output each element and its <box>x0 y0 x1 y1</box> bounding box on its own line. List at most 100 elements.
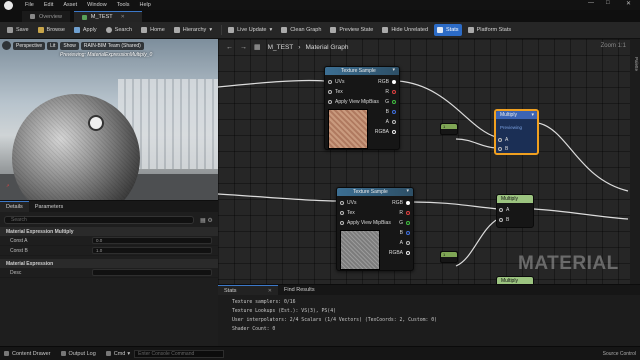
multiply-node-selected[interactable]: Multiply ▾ Previewing A B <box>494 109 539 155</box>
output-log-button[interactable]: Output Log <box>60 350 96 357</box>
tab-find-results[interactable]: Find Results <box>278 285 338 295</box>
const-b-input[interactable]: 1.0 <box>92 247 212 254</box>
lit-button[interactable]: Lit <box>47 41 59 50</box>
close-tab-icon[interactable]: ✕ <box>121 14 125 20</box>
stats-button[interactable]: Stats <box>434 24 462 36</box>
constant-node[interactable]: 1 <box>440 123 458 135</box>
output-pin-rgba[interactable]: RGBA <box>389 249 410 256</box>
close-tab-icon[interactable]: ✕ <box>268 288 272 294</box>
constant-node[interactable]: 1 <box>440 251 458 263</box>
desc-input[interactable] <box>92 269 212 276</box>
home-icon <box>141 27 148 33</box>
search-button[interactable]: Search <box>103 24 135 36</box>
cmd-dropdown[interactable]: Cmd ▾ <box>105 350 131 357</box>
preview-viewport[interactable]: Perspective Lit Show RAIN-BIM Team (Shar… <box>0 39 218 200</box>
tab-details[interactable]: Details <box>0 201 29 212</box>
output-pin-rgb[interactable]: RGB <box>378 78 396 85</box>
perspective-button[interactable]: Perspective <box>13 41 46 50</box>
texture-sample-node[interactable]: Texture Sample ▾ UVs Tex Apply View MipBi… <box>336 187 414 271</box>
chevron-down-icon[interactable]: ▾ <box>406 188 409 194</box>
chevron-down-icon[interactable]: ▾ <box>531 112 534 118</box>
menu-edit[interactable]: Edit <box>44 2 53 8</box>
palette-panel[interactable]: Palette <box>630 39 640 284</box>
details-search-input[interactable]: Search <box>4 216 194 224</box>
search-label: Search <box>114 27 133 33</box>
viewport-options-icon[interactable] <box>2 41 11 50</box>
material-graph-canvas[interactable]: ← → ▦ M_TEST › Material Graph Zoom 1:1 T… <box>218 39 640 284</box>
apply-button[interactable]: Apply <box>71 24 100 36</box>
pin-icon <box>406 200 410 205</box>
const-a-input[interactable]: 0.0 <box>92 237 212 244</box>
section-material-expression[interactable]: Material Expression <box>0 259 218 268</box>
tab-overview[interactable]: Overview <box>22 11 70 22</box>
input-pin-mipbias[interactable]: Apply View MipBias <box>340 219 391 226</box>
minimize-icon[interactable]: — <box>588 0 594 6</box>
input-pin-b[interactable]: B <box>498 145 508 152</box>
output-pin-g[interactable]: G <box>399 219 410 226</box>
section-title: Material Expression <box>6 260 54 267</box>
menu-file[interactable]: File <box>25 2 34 8</box>
tab-stats[interactable]: Stats ✕ <box>218 285 278 295</box>
unreal-logo-icon[interactable] <box>4 0 13 10</box>
menu-window[interactable]: Window <box>87 2 107 8</box>
menu-asset[interactable]: Asset <box>63 2 77 8</box>
menu-help[interactable]: Help <box>140 2 151 8</box>
output-pin-b[interactable]: B <box>386 108 396 115</box>
tab-m-test[interactable]: M_TEST ✕ <box>73 11 142 22</box>
preview-state-button[interactable]: Preview State <box>327 24 376 36</box>
multiply-node[interactable]: Multiply A B <box>496 194 534 228</box>
input-pin-uvs[interactable]: UVs <box>328 78 344 85</box>
input-pin-uvs[interactable]: UVs <box>340 199 356 206</box>
input-pin-tex[interactable]: Tex <box>328 88 343 95</box>
chevron-down-icon: ▾ <box>127 350 131 357</box>
pin-icon <box>328 99 332 104</box>
menu-tools[interactable]: Tools <box>117 2 130 8</box>
output-pin-a[interactable]: A <box>400 239 410 246</box>
back-arrow-icon[interactable]: ← <box>226 44 233 51</box>
input-pin-a[interactable]: A <box>499 206 509 213</box>
input-pin-tex[interactable]: Tex <box>340 209 355 216</box>
live-update-button[interactable]: Live Update ▾ <box>225 24 275 36</box>
tab-find-results-label: Find Results <box>284 287 315 293</box>
input-pin-a[interactable]: A <box>498 136 508 143</box>
pin-icon <box>406 220 410 225</box>
content-drawer-button[interactable]: Content Drawer <box>4 351 51 357</box>
input-pin-b[interactable]: B <box>499 216 509 223</box>
breadcrumb-graph[interactable]: Material Graph <box>305 44 348 51</box>
show-button[interactable]: Show <box>60 41 79 50</box>
home-button[interactable]: Home <box>138 24 168 36</box>
save-button[interactable]: Save <box>4 24 32 36</box>
output-pin-r[interactable]: R <box>385 88 396 95</box>
input-pin-mipbias[interactable]: Apply View MipBias <box>328 98 379 105</box>
maximize-icon[interactable]: □ <box>606 0 610 6</box>
pin-label: Apply View MipBias <box>347 219 391 226</box>
source-control-button[interactable]: Source Control <box>603 351 636 357</box>
output-pin-rgb[interactable]: RGB <box>392 199 410 206</box>
output-log-label: Output Log <box>68 350 96 357</box>
details-view-options-icon[interactable]: ▦ ⚙ <box>200 217 213 224</box>
forward-arrow-icon[interactable]: → <box>240 44 247 51</box>
output-pin-b[interactable]: B <box>400 229 410 236</box>
graph-breadcrumb-bar: ← → ▦ M_TEST › Material Graph <box>218 39 628 55</box>
close-window-icon[interactable]: ✕ <box>626 0 631 7</box>
hierarchy-button[interactable]: Hierarchy ▾ <box>171 24 215 36</box>
console-command-input[interactable]: Enter Console Command <box>134 349 225 358</box>
tab-parameters[interactable]: Parameters <box>29 201 69 212</box>
scene-profile-button[interactable]: RAIN-BIM Team (Shared) <box>80 41 144 50</box>
output-pin-r[interactable]: R <box>399 209 410 216</box>
output-pin-a[interactable]: A <box>386 118 396 125</box>
clean-graph-button[interactable]: Clean Graph <box>278 24 324 36</box>
section-material-expression-multiply[interactable]: Material Expression Multiply <box>0 227 218 236</box>
chevron-down-icon[interactable]: ▾ <box>392 67 395 73</box>
pin-label: Tex <box>335 88 343 95</box>
texture-sample-node[interactable]: Texture Sample ▾ UVs Tex Apply View MipBi… <box>324 66 400 150</box>
output-pin-rgba[interactable]: RGBA <box>375 128 396 135</box>
pin-icon <box>392 99 396 104</box>
output-pin-g[interactable]: G <box>385 98 396 105</box>
multiply-node[interactable]: Multiply <box>496 276 534 284</box>
node-header: Multiply ▾ <box>496 111 537 119</box>
platform-stats-button[interactable]: Platform Stats <box>465 24 515 36</box>
breadcrumb-asset[interactable]: M_TEST <box>268 44 294 51</box>
browse-button[interactable]: Browse <box>35 24 68 36</box>
hide-unrelated-button[interactable]: Hide Unrelated <box>379 24 431 36</box>
